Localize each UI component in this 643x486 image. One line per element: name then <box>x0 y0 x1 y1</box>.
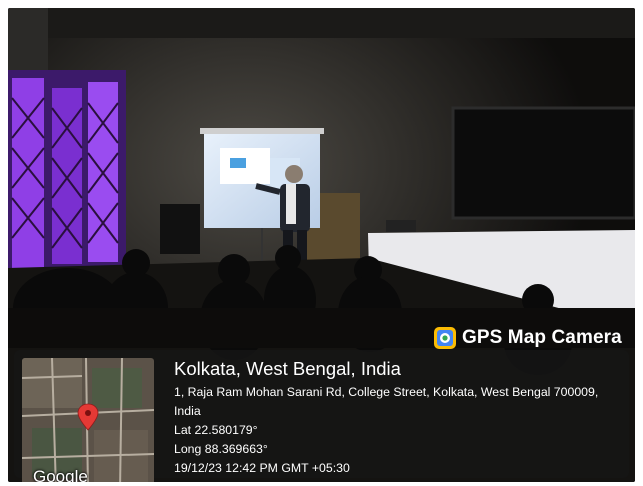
map-thumbnail: Google <box>22 358 154 482</box>
location-title: Kolkata, West Bengal, India <box>174 358 401 379</box>
gps-map-camera-badge: GPS Map Camera <box>434 323 622 353</box>
location-details: Kolkata, West Bengal, India 1, Raja Ram … <box>174 357 623 478</box>
app-name-label: GPS Map Camera <box>462 327 622 348</box>
latitude-text: Lat 22.580179° <box>174 423 258 437</box>
blackboard <box>451 106 635 220</box>
satellite-map <box>22 358 154 482</box>
timestamp-text: 19/12/23 12:42 PM GMT +05:30 <box>174 461 350 475</box>
address-line-1: 1, Raja Ram Mohan Sarani Rd, College Str… <box>174 385 599 399</box>
photo: GPS Map Camera Google Kolkata, West Beng… <box>8 8 635 482</box>
gps-map-camera-app-icon <box>434 327 456 349</box>
purple-curtain-window <box>8 70 126 270</box>
address-line-2: India <box>174 404 201 418</box>
longitude-text: Long 88.369663° <box>174 442 268 456</box>
location-info-panel: Google Kolkata, West Bengal, India 1, Ra… <box>14 350 629 482</box>
google-logo: Google <box>33 467 88 482</box>
